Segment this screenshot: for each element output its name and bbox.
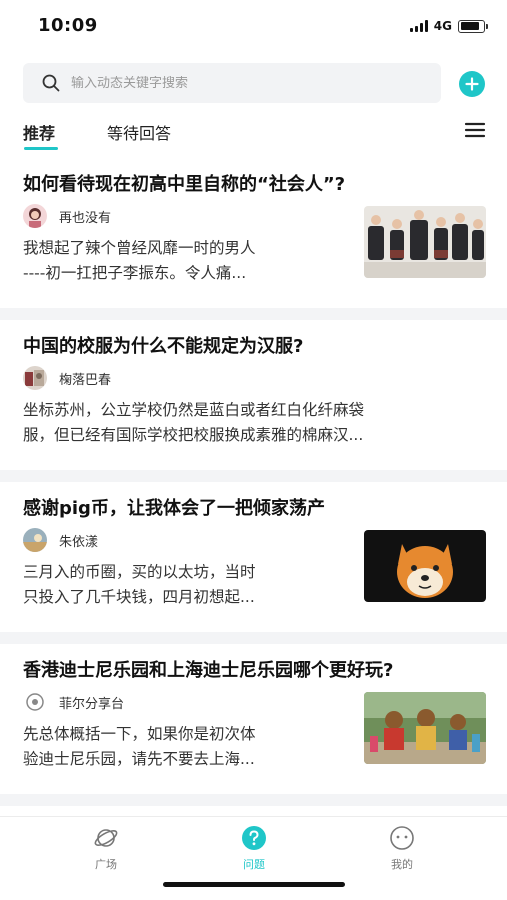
status-indicators: 4G <box>409 18 488 34</box>
status-time: 10:09 <box>38 15 98 36</box>
author-info[interactable]: 再也没有 <box>23 204 112 228</box>
menu-icon[interactable] <box>464 120 486 140</box>
card-separator <box>0 308 507 320</box>
home-indicator <box>163 882 345 887</box>
author-name: 再也没有 <box>59 210 112 226</box>
nav-questions[interactable]: 问题 <box>214 825 294 872</box>
tab-recommend[interactable]: 推荐 <box>23 120 55 144</box>
face-icon <box>390 826 414 850</box>
author-info[interactable]: 朱依漾 <box>23 528 99 552</box>
search-input[interactable] <box>71 75 411 91</box>
nav-mine[interactable]: 我的 <box>362 825 442 872</box>
nav-label: 问题 <box>243 858 265 871</box>
tab-bar: 推荐 等待回答 <box>0 110 507 160</box>
avatar <box>23 204 47 228</box>
author-info[interactable]: 椈落巴春 <box>23 366 112 390</box>
question-icon <box>242 826 266 850</box>
tab-waiting-answer[interactable]: 等待回答 <box>107 120 171 144</box>
thumbnail-image[interactable] <box>364 530 486 602</box>
answer-excerpt[interactable]: 三月入的币圈，买的以太坊，当时 只投入了几千块钱，四月初想起... <box>23 560 341 610</box>
bottom-nav: 广场 问题 我的 <box>0 816 507 900</box>
search-bar[interactable] <box>23 63 441 103</box>
question-title[interactable]: 香港迪士尼乐园和上海迪士尼乐园哪个更好玩? <box>23 656 393 682</box>
network-type: 4G <box>433 19 452 33</box>
question-card[interactable]: 感谢pig币，让我体会了一把倾家荡产 朱依漾 三月入的币圈，买的以太坊，当时 只… <box>0 482 507 632</box>
author-name: 椈落巴春 <box>59 372 112 388</box>
question-feed: 如何看待现在初高中里自称的“社会人”? 再也没有 我想起了辣个曾经风靡一时的男人… <box>0 158 507 806</box>
active-tab-indicator <box>24 147 58 150</box>
battery-fill <box>460 22 480 30</box>
author-name: 菲尔分享台 <box>59 696 125 712</box>
question-title[interactable]: 如何看待现在初高中里自称的“社会人”? <box>23 170 345 196</box>
question-title[interactable]: 感谢pig币，让我体会了一把倾家荡产 <box>23 494 325 520</box>
nav-label: 广场 <box>95 858 117 871</box>
avatar <box>23 690 47 714</box>
answer-excerpt[interactable]: 先总体概括一下，如果你是初次体 验迪士尼乐园，请先不要去上海... <box>23 722 341 772</box>
answer-excerpt[interactable]: 我想起了辣个曾经风靡一时的男人 ----初一扛把子李振东。令人痛... <box>23 236 341 286</box>
question-title[interactable]: 中国的校服为什么不能规定为汉服? <box>23 332 303 358</box>
card-separator <box>0 794 507 806</box>
planet-icon <box>94 829 118 847</box>
avatar <box>23 366 47 390</box>
question-card[interactable]: 如何看待现在初高中里自称的“社会人”? 再也没有 我想起了辣个曾经风靡一时的男人… <box>0 158 507 308</box>
nav-label: 我的 <box>391 858 413 871</box>
answer-excerpt[interactable]: 坐标苏州，公立学校仍然是蓝白或者红白化纤麻袋 服，但已经有国际学校把校服换成素雅… <box>23 398 483 448</box>
search-icon <box>42 74 60 92</box>
status-bar: 10:09 4G <box>0 0 507 52</box>
add-question-button[interactable] <box>459 71 485 97</box>
battery-icon <box>458 19 488 33</box>
avatar <box>23 528 47 552</box>
nav-square[interactable]: 广场 <box>66 825 146 872</box>
author-name: 朱依漾 <box>59 534 99 550</box>
card-separator <box>0 632 507 644</box>
author-info[interactable]: 菲尔分享台 <box>23 690 125 714</box>
question-card[interactable]: 香港迪士尼乐园和上海迪士尼乐园哪个更好玩? 菲尔分享台 先总体概括一下，如果你是… <box>0 644 507 794</box>
plus-icon <box>465 77 479 91</box>
thumbnail-image[interactable] <box>364 206 486 278</box>
question-card[interactable]: 中国的校服为什么不能规定为汉服? 椈落巴春 坐标苏州，公立学校仍然是蓝白或者红白… <box>0 320 507 470</box>
card-separator <box>0 470 507 482</box>
thumbnail-image[interactable] <box>364 692 486 764</box>
signal-icon <box>409 20 428 32</box>
